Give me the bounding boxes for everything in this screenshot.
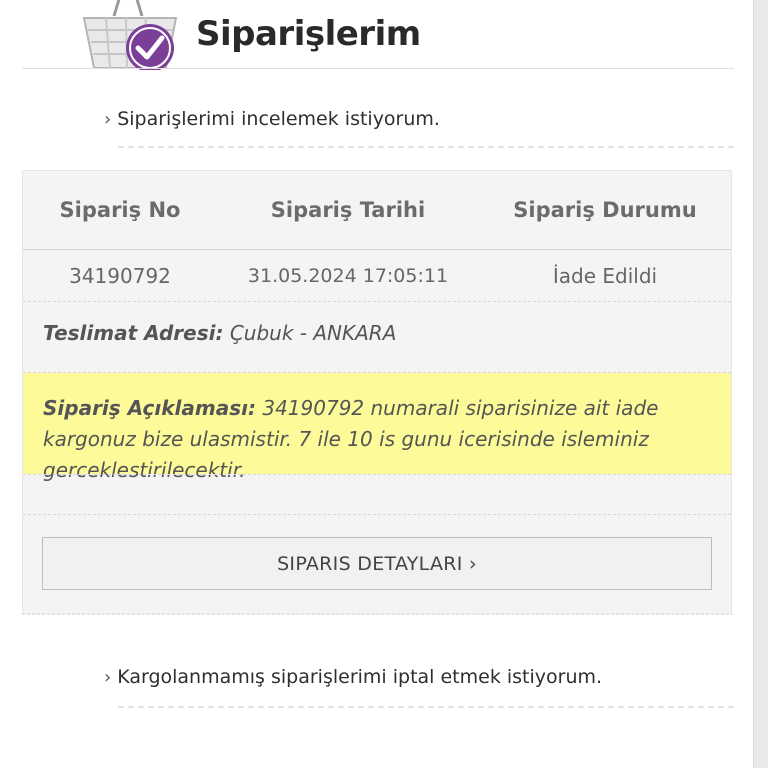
address-label: Teslimat Adresi: (43, 321, 224, 345)
order-card: Sipariş No Sipariş Tarihi Sipariş Durumu… (22, 170, 732, 614)
cancel-orders-label: Kargolanmamış siparişlerimi iptal etmek … (117, 666, 603, 688)
cancel-orders-link[interactable]: › Kargolanmamış siparişlerimi iptal etme… (104, 666, 602, 688)
address-value: Çubuk - ANKARA (229, 321, 397, 345)
row-divider (23, 474, 731, 475)
col-header-order-no: Sipariş No (59, 198, 181, 222)
order-description: Sipariş Açıklaması: 34190792 numarali si… (23, 373, 731, 482)
page-title: Siparişlerim (196, 14, 421, 54)
description-label: Sipariş Açıklaması: (43, 396, 256, 420)
shopping-basket-check-icon (82, 0, 178, 70)
row-divider (23, 301, 731, 302)
order-no-cell: 34190792 (69, 264, 171, 288)
delivery-address: Teslimat Adresi: Çubuk - ANKARA (43, 321, 396, 345)
order-status-cell: İade Edildi (552, 264, 658, 288)
card-bottom-divider (22, 614, 734, 615)
header-divider (22, 68, 734, 69)
col-header-order-status: Sipariş Durumu (513, 198, 697, 222)
row-divider (23, 514, 731, 515)
link-divider (118, 706, 734, 708)
col-header-order-date: Sipariş Tarihi (270, 198, 426, 222)
order-details-button[interactable]: SIPARIS DETAYLARI › (42, 537, 712, 590)
order-date-cell: 31.05.2024 17:05:11 (247, 265, 449, 287)
orders-page: Siparişlerim › Siparişlerimi incelemek i… (0, 0, 754, 768)
review-orders-label: Siparişlerimi incelemek istiyorum. (117, 108, 440, 130)
chevron-right-icon: › (104, 108, 112, 130)
page-header: Siparişlerim (0, 0, 754, 70)
review-orders-link[interactable]: › Siparişlerimi incelemek istiyorum. (104, 108, 440, 130)
chevron-right-icon: › (104, 666, 112, 688)
link-divider (118, 146, 734, 148)
